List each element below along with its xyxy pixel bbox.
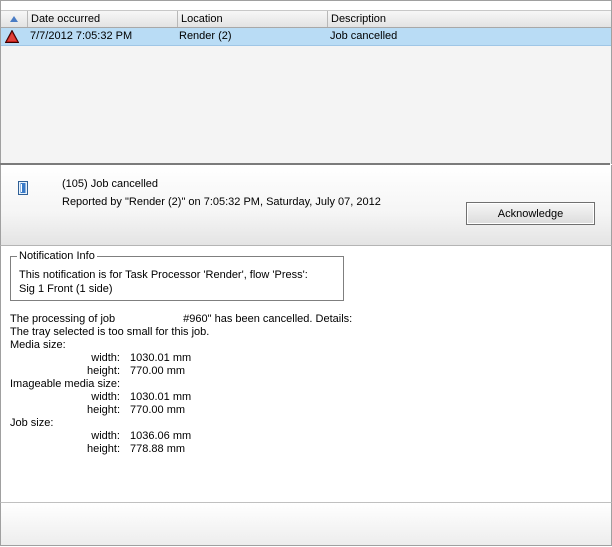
row-date: 7/7/2012 7:05:32 PM	[30, 30, 133, 42]
table-row[interactable]: 7/7/2012 7:05:32 PM Render (2) Job cance…	[1, 28, 611, 46]
tray-message: The tray selected is too small for this …	[10, 326, 210, 338]
column-header-location[interactable]: Location	[178, 11, 328, 27]
job-width: width: 1036.06 mm	[10, 430, 352, 443]
document-icon	[17, 181, 29, 198]
job-size-label: Job size:	[10, 417, 54, 429]
sort-ascending-icon	[10, 16, 18, 23]
notification-info-group: Notification Info This notification is f…	[10, 250, 344, 301]
media-width-value: 1030.01 mm	[130, 352, 192, 364]
column-header-date[interactable]: Date occurred	[28, 11, 178, 27]
acknowledge-button[interactable]: Acknowledge	[466, 202, 595, 225]
notification-info-line: Sig 1 Front (1 side)	[19, 283, 113, 295]
imageable-height-value: 770.00 mm	[130, 404, 186, 416]
imageable-width-label: width:	[91, 391, 120, 403]
processing-line: The processing of job #960" has been canc…	[10, 313, 352, 326]
job-height-label: height:	[86, 443, 120, 455]
notification-details: The processing of job #960" has been canc…	[10, 313, 352, 456]
row-description: Job cancelled	[330, 30, 398, 42]
notification-list[interactable]: Date occurred Location Description 7/7/2…	[0, 0, 612, 164]
sort-column-header[interactable]	[1, 11, 28, 27]
bottom-panel	[0, 502, 612, 546]
imageable-size-label: Imageable media size:	[10, 378, 121, 390]
warning-triangle-icon	[5, 28, 23, 45]
imageable-width: width: 1030.01 mm	[10, 391, 352, 404]
list-top-strip	[1, 1, 611, 11]
media-width-label: width:	[91, 352, 120, 364]
media-size-label: Media size:	[10, 339, 66, 351]
notification-detail-header: (105) Job cancelled Reported by "Render …	[0, 165, 612, 246]
media-height-label: height:	[86, 365, 120, 377]
media-width: width: 1030.01 mm	[10, 352, 352, 365]
notification-title: (105) Job cancelled	[62, 178, 159, 190]
notification-window: Date occurred Location Description 7/7/2…	[0, 0, 612, 547]
job-height: height: 778.88 mm	[10, 443, 352, 456]
job-width-label: width:	[91, 430, 120, 442]
job-height-value: 778.88 mm	[130, 443, 186, 455]
list-header: Date occurred Location Description	[1, 11, 611, 28]
row-location: Render (2)	[179, 30, 232, 42]
job-width-value: 1036.06 mm	[130, 430, 192, 442]
imageable-height: height: 770.00 mm	[10, 404, 352, 417]
imageable-height-label: height:	[86, 404, 120, 416]
notification-reported-by: Reported by "Render (2)" on 7:05:32 PM, …	[62, 196, 381, 208]
notification-body: Notification Info This notification is f…	[0, 246, 612, 502]
notification-info-line: This notification is for Task Processor …	[19, 269, 308, 281]
media-height: height: 770.00 mm	[10, 365, 352, 378]
media-height-value: 770.00 mm	[130, 365, 186, 377]
notification-info-legend: Notification Info	[17, 250, 97, 263]
processing-prefix: The processing of job	[10, 313, 116, 325]
column-header-description[interactable]: Description	[328, 11, 611, 27]
processing-suffix: #960" has been cancelled. Details:	[183, 313, 353, 325]
imageable-width-value: 1030.01 mm	[130, 391, 192, 403]
